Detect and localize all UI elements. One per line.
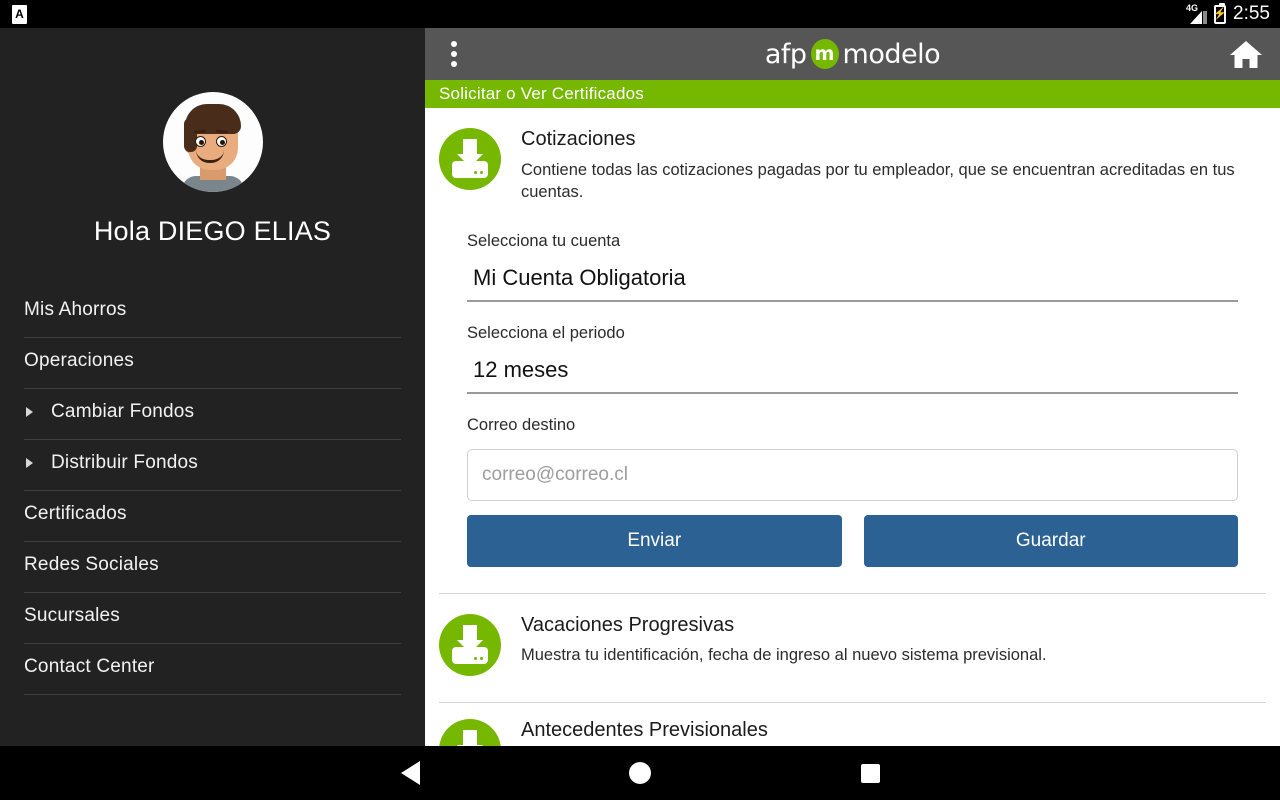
sidebar-item-redes-sociales[interactable]: Redes Sociales [24, 542, 401, 593]
battery-charging-icon: ⚡ [1213, 2, 1227, 24]
home-icon[interactable] [1224, 34, 1268, 74]
sidebar-item-label: Certificados [24, 503, 127, 524]
app-logo: afp m modelo [764, 38, 941, 70]
certificate-description: Muestra tu identificación, fecha de ingr… [521, 645, 1047, 664]
navigation-drawer: Hola DIEGO ELIAS Mis Ahorros Operaciones… [0, 28, 425, 746]
sidebar-item-cambiar-fondos[interactable]: Cambiar Fondos [24, 389, 401, 440]
logo-mark-icon: m [810, 39, 839, 69]
certificate-text-block: Vacaciones Progresivas Muestra tu identi… [521, 612, 1260, 665]
period-field-label: Selecciona el periodo [467, 323, 625, 342]
status-bar-left: A [12, 4, 27, 24]
chevron-right-icon [26, 458, 33, 468]
app-notification-icon: A [12, 4, 27, 24]
sidebar-item-operaciones[interactable]: Operaciones [24, 338, 401, 389]
back-triangle-icon [400, 761, 420, 785]
status-bar-right: 4G ⚡ 2:55 [1186, 2, 1270, 25]
certificate-title: Vacaciones Progresivas [521, 613, 735, 636]
account-field-label: Selecciona tu cuenta [467, 231, 621, 250]
logo-suffix: modelo [842, 38, 941, 70]
certificate-header: Cotizaciones Contiene todas las cotizaci… [439, 126, 1260, 204]
signal-icon: 4G [1186, 4, 1208, 24]
form-buttons: Enviar Guardar [467, 514, 1238, 567]
certificate-description: Contiene todas las cotizaciones pagadas … [521, 161, 1235, 201]
recents-button[interactable] [840, 746, 900, 800]
overflow-menu-icon[interactable] [439, 34, 469, 74]
greeting-text: Hola DIEGO ELIAS [93, 216, 332, 246]
sidebar-item-label: Redes Sociales [24, 554, 159, 575]
email-field-label: Correo destino [467, 415, 576, 434]
back-button[interactable] [380, 746, 440, 800]
app-content-pane: afp m modelo Solicitar o Ver Certificado… [425, 28, 1280, 746]
sidebar-item-label: Mis Ahorros [24, 299, 127, 320]
chevron-right-icon [26, 407, 33, 417]
logo-prefix: afp [764, 38, 807, 70]
certificate-title: Cotizaciones [521, 128, 636, 150]
period-select[interactable]: 12 meses [467, 357, 1238, 394]
signal-bars-icon [1189, 8, 1208, 24]
sidebar-item-label: Distribuir Fondos [51, 452, 199, 473]
sidebar-item-label: Operaciones [24, 350, 134, 371]
sidebar-item-certificados[interactable]: Certificados [24, 491, 401, 542]
email-input[interactable] [467, 448, 1238, 501]
certificate-title: Antecedentes Previsionales [521, 718, 768, 741]
home-button[interactable] [610, 746, 670, 800]
sidebar-item-sucursales[interactable]: Sucursales [24, 593, 401, 644]
home-circle-icon [629, 762, 651, 784]
save-button[interactable]: Guardar [863, 514, 1238, 567]
send-button[interactable]: Enviar [467, 514, 842, 567]
sidebar-item-contact-center[interactable]: Contact Center [24, 644, 401, 695]
notification-letter: A [15, 7, 24, 21]
certificate-text-block: Antecedentes Previsionales [521, 717, 1260, 746]
page-title-bar: Solicitar o Ver Certificados [425, 80, 1280, 108]
recents-square-icon [860, 763, 880, 783]
download-icon[interactable] [439, 718, 501, 746]
avatar-container [0, 92, 425, 192]
device-screen: A 4G ⚡ 2:55 Hola DIEGO ELIAS Mis Ahorros… [0, 0, 1280, 800]
certificate-request-form: Selecciona tu cuenta Mi Cuenta Obligator… [425, 204, 1280, 567]
sidebar-item-distribuir-fondos[interactable]: Distribuir Fondos [24, 440, 401, 491]
sidebar-item-mis-ahorros[interactable]: Mis Ahorros [24, 287, 401, 338]
certificate-header: Vacaciones Progresivas Muestra tu identi… [439, 612, 1260, 676]
download-icon[interactable] [439, 613, 501, 676]
sidebar-menu: Mis Ahorros Operaciones Cambiar Fondos D… [0, 287, 425, 695]
sidebar-item-label: Contact Center [24, 656, 155, 677]
status-bar-clock: 2:55 [1233, 3, 1270, 24]
certificates-scroll-area[interactable]: Cotizaciones Contiene todas las cotizaci… [425, 108, 1280, 746]
download-icon[interactable] [439, 128, 501, 190]
certificate-header: Antecedentes Previsionales [439, 717, 1260, 746]
sidebar-item-label: Cambiar Fondos [51, 401, 195, 422]
sidebar-item-label: Sucursales [24, 605, 120, 626]
certificate-item-antecedentes-previsionales[interactable]: Antecedentes Previsionales [425, 703, 1280, 746]
page-title: Solicitar o Ver Certificados [439, 84, 644, 103]
app-bar: afp m modelo [425, 28, 1280, 80]
certificate-item-cotizaciones[interactable]: Cotizaciones Contiene todas las cotizaci… [425, 108, 1280, 204]
certificate-item-vacaciones-progresivas[interactable]: Vacaciones Progresivas Muestra tu identi… [425, 594, 1280, 676]
avatar [162, 92, 263, 192]
android-navigation-bar [0, 746, 1280, 800]
android-status-bar: A 4G ⚡ 2:55 [0, 0, 1280, 28]
certificate-text-block: Cotizaciones Contiene todas las cotizaci… [521, 126, 1260, 204]
account-select[interactable]: Mi Cuenta Obligatoria [467, 265, 1238, 302]
